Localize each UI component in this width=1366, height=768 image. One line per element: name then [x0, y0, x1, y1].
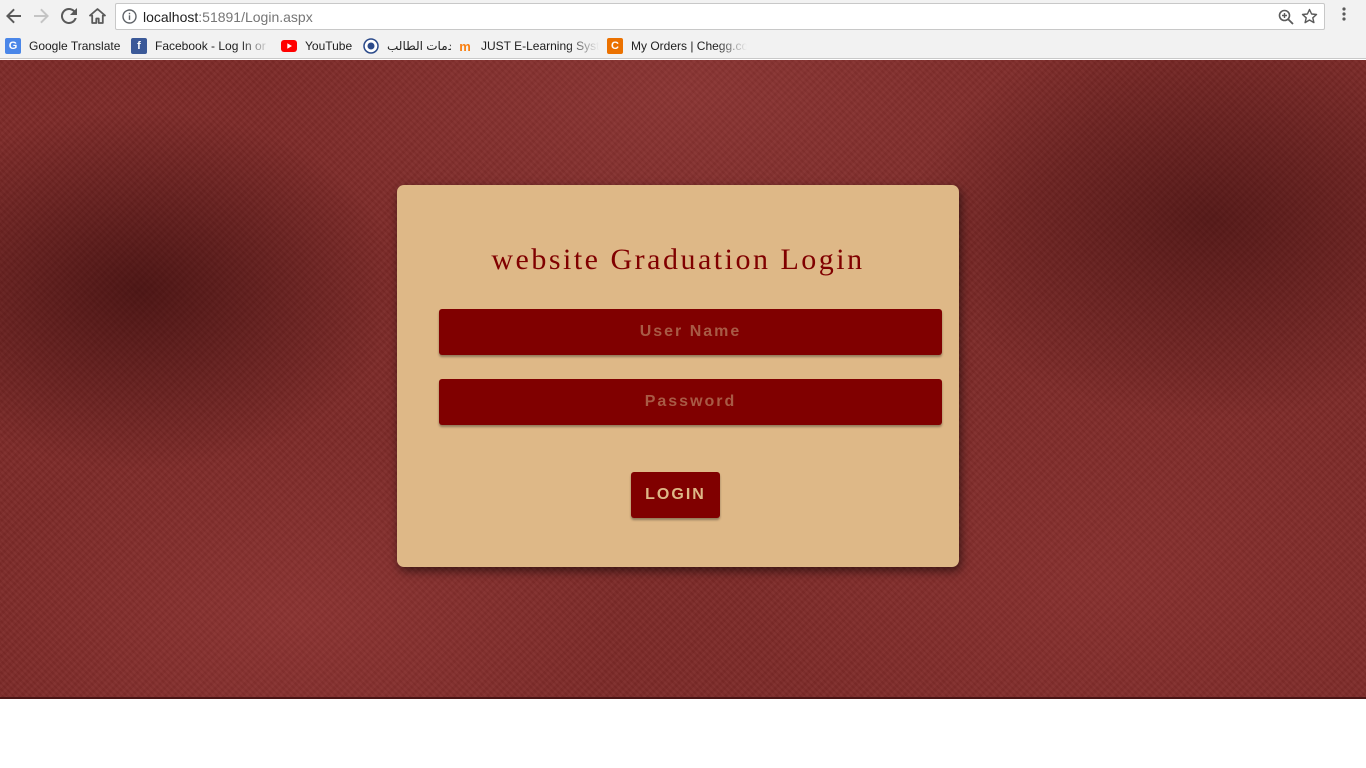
zoom-icon[interactable]: [1278, 9, 1294, 25]
youtube-icon: [281, 38, 297, 54]
home-button[interactable]: [85, 5, 109, 27]
bookmark-label: Facebook - Log In or: [155, 39, 266, 53]
bookmark-just-elearning[interactable]: m JUST E-Learning Syste: [457, 37, 599, 55]
back-button[interactable]: [2, 5, 26, 27]
page-bottom-edge: [0, 697, 1366, 699]
forward-button[interactable]: [29, 5, 53, 27]
url-path: :51891/Login.aspx: [198, 9, 313, 25]
forward-arrow-icon: [33, 8, 49, 24]
back-arrow-icon: [6, 8, 22, 24]
bookmark-student-services[interactable]: خدمات الطالب: [363, 37, 451, 55]
login-title: website Graduation Login: [491, 243, 865, 276]
bookmark-label: My Orders | Chegg.co: [631, 39, 747, 53]
url-text[interactable]: localhost:51891/Login.aspx: [143, 9, 313, 25]
bookmark-label: YouTube: [305, 39, 353, 53]
bookmark-facebook[interactable]: f Facebook - Log In or: [131, 37, 271, 55]
bookmark-label: JUST E-Learning Syste: [481, 39, 599, 53]
username-input[interactable]: [439, 309, 942, 355]
kebab-menu-icon: [1342, 6, 1346, 26]
facebook-icon: f: [131, 38, 147, 54]
reload-icon: [61, 8, 77, 24]
bookmark-label: خدمات الطالب: [387, 39, 451, 53]
bookmark-google-translate[interactable]: G Google Translate: [5, 37, 123, 55]
bookmarks-bar: G Google Translate f Facebook - Log In o…: [0, 33, 1366, 59]
bookmark-youtube[interactable]: YouTube: [281, 37, 356, 55]
address-bar[interactable]: localhost:51891/Login.aspx: [115, 3, 1325, 30]
university-seal-icon: [363, 38, 379, 54]
chegg-icon: C: [607, 38, 623, 54]
reload-button[interactable]: [57, 5, 81, 27]
password-input[interactable]: [439, 379, 942, 425]
browser-toolbar: localhost:51891/Login.aspx: [0, 0, 1366, 33]
google-translate-icon: G: [5, 38, 21, 54]
bookmark-chegg-orders[interactable]: C My Orders | Chegg.co: [607, 37, 747, 55]
browser-menu-button[interactable]: [1334, 5, 1354, 27]
login-card: website Graduation Login LOGIN: [397, 185, 959, 567]
info-icon[interactable]: [122, 9, 137, 24]
url-host: localhost: [143, 9, 199, 25]
bookmark-label: Google Translate: [29, 39, 121, 53]
moodle-icon: m: [459, 38, 471, 54]
bookmark-star-icon[interactable]: [1301, 8, 1318, 25]
login-button[interactable]: LOGIN: [631, 472, 720, 518]
home-icon: [88, 8, 106, 24]
